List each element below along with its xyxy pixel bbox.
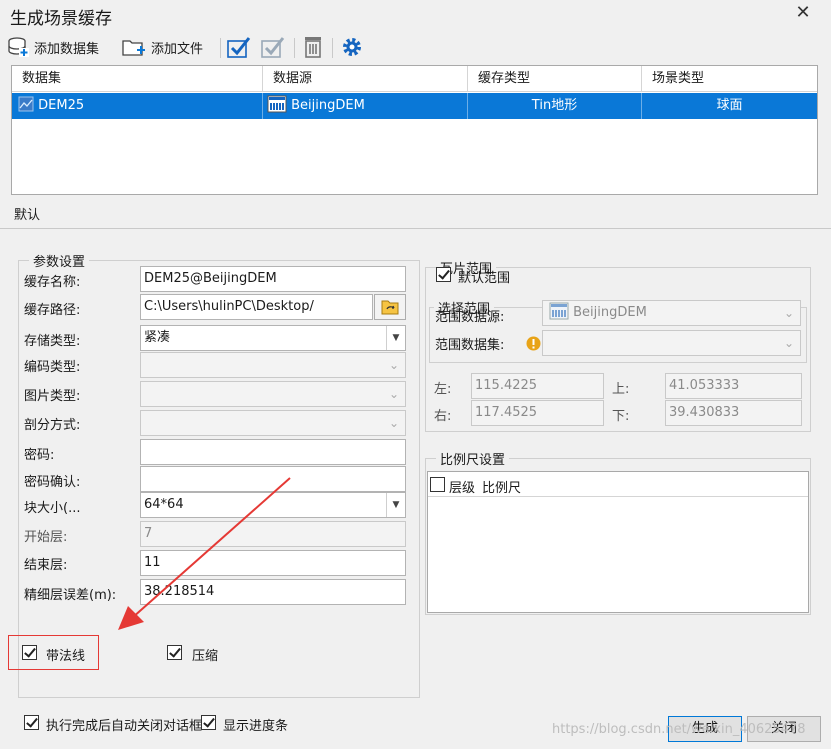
- folder-add-icon: [122, 40, 145, 56]
- dropdown-arrow-icon[interactable]: ▼: [386, 326, 405, 350]
- start-level-label: 开始层:: [24, 530, 68, 545]
- datasource-icon: [267, 95, 287, 113]
- end-level-label: 结束层:: [24, 558, 68, 573]
- add-dataset-button[interactable]: 添加数据集: [6, 34, 99, 60]
- browse-button[interactable]: [374, 294, 406, 320]
- col-scale[interactable]: 比例尺: [482, 477, 521, 496]
- dem-dataset-icon: [18, 96, 34, 112]
- range-datasource-label: 范围数据源:: [435, 310, 505, 325]
- check-all-icon: [227, 37, 251, 58]
- range-datasource-value: BeijingDEM: [573, 305, 647, 320]
- settings-button[interactable]: [340, 34, 364, 60]
- table-row[interactable]: DEM25 BeijingDEM Tin地形 球面: [12, 93, 817, 119]
- top-input[interactable]: 41.053333: [665, 373, 802, 399]
- add-file-button[interactable]: 添加文件: [121, 34, 203, 60]
- folder-open-icon: [381, 300, 399, 315]
- image-type-label: 图片类型:: [24, 389, 81, 404]
- warning-icon: [526, 336, 541, 351]
- image-type-select[interactable]: ⌄: [140, 381, 406, 407]
- compress-label: 压缩: [192, 649, 219, 664]
- auto-close-label: 执行完成后自动关闭对话框: [46, 719, 203, 734]
- delete-button[interactable]: [302, 34, 324, 60]
- row-dataset: DEM25: [38, 98, 85, 113]
- range-datasource-select[interactable]: BeijingDEM ⌄: [542, 300, 801, 326]
- auto-close-checkbox[interactable]: [24, 715, 39, 730]
- with-normal-checkbox[interactable]: [22, 645, 37, 660]
- show-progress-label: 显示进度条: [223, 719, 289, 734]
- cache-path-label: 缓存路径:: [24, 303, 81, 318]
- datasource-icon: [549, 302, 569, 320]
- chevron-down-icon: ⌄: [388, 416, 400, 430]
- encoding-type-label: 编码类型:: [24, 360, 81, 375]
- col-dataset[interactable]: 数据集: [12, 66, 263, 92]
- invert-select-button[interactable]: [260, 34, 286, 60]
- storage-type-select[interactable]: 紧凑 ▼: [140, 325, 406, 351]
- chevron-down-icon: ⌄: [388, 387, 400, 401]
- chevron-down-icon: ⌄: [388, 358, 400, 372]
- fine-error-label: 精细层误差(m):: [24, 588, 117, 603]
- password-confirm-label: 密码确认:: [24, 475, 81, 490]
- chevron-down-icon: ⌄: [783, 336, 795, 350]
- col-level[interactable]: 层级: [449, 477, 475, 496]
- row-scene-type: 球面: [716, 98, 743, 113]
- dropdown-arrow-icon[interactable]: ▼: [386, 493, 405, 517]
- password-label: 密码:: [24, 448, 55, 463]
- default-range-label: 默认范围: [458, 271, 511, 286]
- database-icon: [8, 37, 29, 57]
- scale-select-all-checkbox[interactable]: [430, 477, 445, 492]
- range-dataset-label: 范围数据集:: [435, 338, 505, 353]
- cache-name-input[interactable]: DEM25@BeijingDEM: [140, 266, 406, 292]
- annotation-arrow-icon: [118, 477, 291, 630]
- scale-legend: 比例尺设置: [440, 453, 506, 468]
- col-datasource[interactable]: 数据源: [263, 66, 468, 92]
- compress-checkbox[interactable]: [167, 645, 182, 660]
- tab-default[interactable]: 默认: [14, 204, 40, 223]
- gear-icon: [343, 38, 361, 56]
- bottom-label: 下:: [612, 409, 630, 424]
- toolbar: 添加数据集 添加文件: [4, 34, 824, 62]
- scale-grid: 层级 比例尺: [427, 471, 809, 613]
- range-dataset-select[interactable]: ⌄: [542, 330, 801, 356]
- storage-type-value: 紧凑: [144, 330, 171, 345]
- params-legend: 参数设置: [33, 255, 86, 270]
- encoding-type-select[interactable]: ⌄: [140, 352, 406, 378]
- top-label: 上:: [612, 382, 630, 397]
- col-cache-type[interactable]: 缓存类型: [468, 66, 642, 92]
- close-icon[interactable]: ✕: [794, 3, 812, 23]
- password-input[interactable]: [140, 439, 406, 465]
- tile-size-label: 块大小(...: [24, 501, 81, 516]
- select-all-button[interactable]: [226, 34, 252, 60]
- add-dataset-label: 添加数据集: [34, 41, 100, 57]
- bottom-input[interactable]: 39.430833: [665, 400, 802, 426]
- col-scene-type[interactable]: 场景类型: [642, 66, 817, 92]
- show-progress-checkbox[interactable]: [201, 715, 216, 730]
- scale-grid-header: 层级 比例尺: [428, 472, 808, 497]
- split-method-label: 剖分方式:: [24, 418, 81, 433]
- row-datasource: BeijingDEM: [291, 98, 365, 113]
- right-label: 右:: [434, 409, 452, 424]
- storage-type-label: 存储类型:: [24, 334, 81, 349]
- default-range-checkbox[interactable]: [436, 267, 451, 282]
- chevron-down-icon: ⌄: [783, 306, 795, 320]
- left-label: 左:: [434, 382, 452, 397]
- left-input[interactable]: 115.4225: [471, 373, 604, 399]
- split-method-select[interactable]: ⌄: [140, 410, 406, 436]
- with-normal-label: 带法线: [46, 649, 86, 664]
- row-cache-type: Tin地形: [468, 93, 642, 119]
- cache-name-label: 缓存名称:: [24, 275, 81, 290]
- grid-header: 数据集 数据源 缓存类型 场景类型: [12, 66, 817, 92]
- check-invert-icon: [261, 37, 285, 58]
- add-file-label: 添加文件: [151, 41, 204, 57]
- cache-path-input[interactable]: C:\Users\hulinPC\Desktop/: [140, 294, 373, 320]
- dataset-grid: 数据集 数据源 缓存类型 场景类型 DEM25 BeijingDEM Tin地形…: [11, 65, 818, 195]
- right-input[interactable]: 117.4525: [471, 400, 604, 426]
- trash-icon: [305, 37, 321, 58]
- window-title: 生成场景缓存: [10, 9, 112, 29]
- watermark: https://blog.csdn.net/weixin_40625478: [552, 722, 806, 737]
